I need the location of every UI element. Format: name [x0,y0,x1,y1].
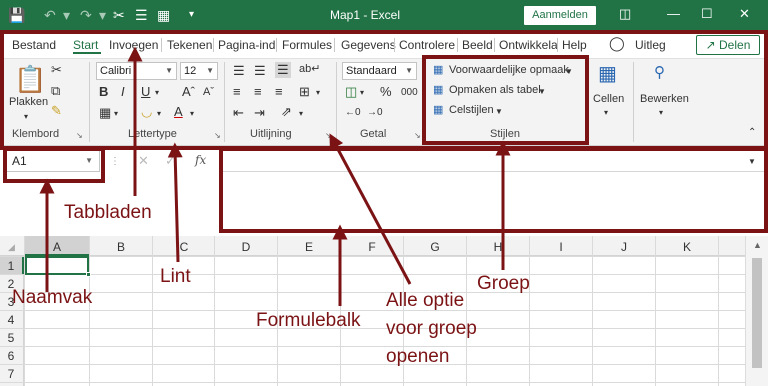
form-icon[interactable]: ☰ [135,7,148,23]
column-header-e[interactable]: E [277,240,341,254]
window-title: Map1 - Excel [330,8,401,22]
redo-icon[interactable]: ↷ [80,7,92,23]
cancel-entry-icon[interactable]: ✕ [138,154,149,168]
scrollbar-thumb[interactable] [752,258,762,368]
annotation-naamvak: Naamvak [12,287,93,308]
column-header-c[interactable]: C [152,240,216,254]
row-grid-line [0,328,745,329]
column-header-a[interactable]: A [25,240,89,254]
insert-function-icon[interactable]: fx [195,153,206,167]
customize-toolbar-icon[interactable]: ▾ [189,7,194,23]
row-header-6[interactable]: 6 [0,349,22,363]
redo-dropdown-icon[interactable]: ▾ [99,7,106,23]
column-header-i[interactable]: I [529,240,593,254]
undo-icon[interactable]: ↶ [44,7,56,23]
camera-icon[interactable]: ▦ [157,7,170,23]
annotation-alle-opties-line2: voor groep [386,318,477,339]
ribbon-display-icon[interactable]: ◫ [619,6,631,22]
row-header-5[interactable]: 5 [0,331,22,345]
row-grid-line [0,292,745,293]
annotation-groep: Groep [477,273,530,294]
column-header-k[interactable]: K [655,240,719,254]
minimize-icon[interactable]: — [667,6,680,21]
clear-format-icon[interactable]: ✂ [113,7,125,23]
confirm-entry-icon[interactable]: ✓ [165,154,176,168]
more-options-icon[interactable]: ⋮ [110,155,120,169]
column-header-g[interactable]: G [403,240,467,254]
save-icon[interactable]: 💾 [8,7,25,23]
undo-dropdown-icon[interactable]: ▾ [63,7,70,23]
column-header-d[interactable]: D [214,240,278,254]
row-grid-line [0,382,745,383]
annotation-alle-opties-line1: Alle optie [386,290,465,311]
row-header-7[interactable]: 7 [0,367,22,381]
column-header-f[interactable]: F [340,240,404,254]
row-grid-line [0,310,745,311]
annotation-tabbladen: Tabbladen [64,202,152,223]
select-all-icon[interactable]: ◢ [8,240,15,254]
fill-handle[interactable] [86,272,91,277]
annotation-lint: Lint [160,266,191,287]
group-highlight-box [422,55,589,145]
row-grid-line [0,274,745,275]
close-icon[interactable]: ✕ [739,6,750,22]
maximize-icon[interactable]: ☐ [701,6,713,22]
name-box-highlight-box [3,147,105,183]
ribbon-highlight-box [0,30,768,150]
column-header-h[interactable]: H [466,240,530,254]
scroll-up-icon[interactable]: ▲ [753,240,762,250]
vertical-scrollbar[interactable]: ▲ [745,236,768,386]
row-grid-line [0,346,745,347]
row-grid-line [0,364,745,365]
annotation-formulebalk: Formulebalk [256,310,361,331]
formula-bar-highlight-box [219,147,768,233]
column-header-b[interactable]: B [89,240,153,254]
row-header-4[interactable]: 4 [0,313,22,327]
active-cell-a1[interactable] [25,256,89,275]
column-header-j[interactable]: J [592,240,656,254]
signin-button[interactable]: Aanmelden [524,6,596,25]
row-header-1[interactable]: 1 [0,259,22,273]
row-grid-line [0,256,745,257]
annotation-alle-opties-line3: openen [386,346,450,367]
title-bar: 💾 ↶ ▾ ↷ ▾ ✂ ☰ ▦ ▾ Map1 - Excel Aanmelden… [0,0,768,31]
